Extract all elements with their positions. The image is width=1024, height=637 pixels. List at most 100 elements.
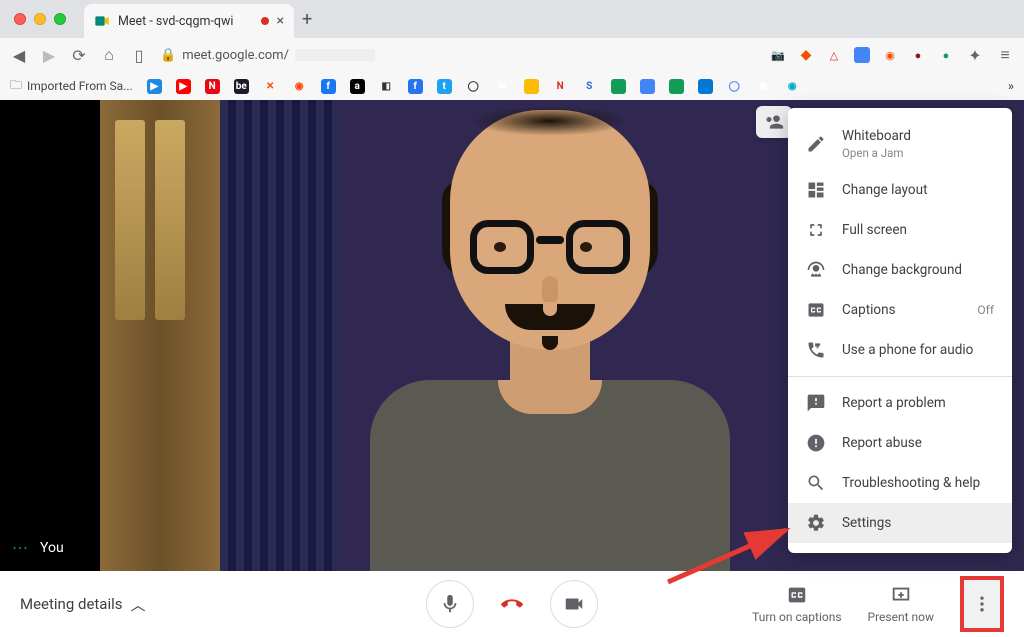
bookmark-button[interactable]: ▯ [130, 46, 148, 65]
chevron-up-icon: ︿ [131, 594, 146, 615]
bm-icon[interactable]: ✕ [263, 79, 278, 94]
bm-hangouts-icon[interactable] [669, 79, 684, 94]
pen-icon [806, 134, 826, 154]
meet-main-area: ⋯ You Whiteboard Open a Jam Change layou… [0, 100, 1024, 571]
minimize-window-button[interactable] [34, 13, 46, 25]
ext-dark-icon[interactable]: ● [910, 47, 926, 63]
brave-icon[interactable]: ◆ [798, 47, 814, 63]
center-controls [426, 580, 598, 628]
menu-troubleshoot-label: Troubleshooting & help [842, 475, 994, 491]
mute-mic-button[interactable] [426, 580, 474, 628]
menu-full-screen[interactable]: Full screen [788, 210, 1012, 250]
participants-button[interactable] [756, 106, 792, 138]
menu-report-abuse[interactable]: Report abuse [788, 423, 1012, 463]
bm-keep-icon[interactable] [524, 79, 539, 94]
self-name-pill[interactable]: ⋯ You [12, 538, 64, 557]
bookmark-folder-label: Imported From Sa... [27, 79, 133, 93]
leave-call-button[interactable] [488, 580, 536, 628]
ext-orange-icon[interactable]: ◉ [882, 47, 898, 63]
bookmarks-overflow-button[interactable]: » [1008, 79, 1014, 93]
meet-bottom-bar: Meeting details ︿ Turn on captions Prese… [0, 571, 1024, 637]
menu-report-abuse-label: Report abuse [842, 435, 994, 451]
bm-icon[interactable]: ◧ [379, 79, 394, 94]
url-bar[interactable]: 🔒 meet.google.com/ [160, 48, 758, 63]
extensions-button[interactable]: ✦ [966, 46, 984, 65]
close-window-button[interactable] [14, 13, 26, 25]
self-name-label: You [40, 540, 64, 556]
tab-close-button[interactable]: × [277, 13, 284, 29]
bm-amazon-icon[interactable]: a [350, 79, 365, 94]
forward-button[interactable]: ▶ [40, 46, 58, 65]
recording-indicator-icon [261, 17, 269, 25]
menu-change-background-label: Change background [842, 262, 994, 278]
bm-icon[interactable]: ◉ [785, 79, 800, 94]
bm-reddit-icon[interactable]: ◉ [292, 79, 307, 94]
bm-facebook-icon[interactable]: f [321, 79, 336, 94]
bm-flipkart-icon[interactable]: f [408, 79, 423, 94]
menu-settings-label: Settings [842, 515, 994, 531]
menu-phone-audio[interactable]: Use a phone for audio [788, 330, 1012, 370]
bm-icon[interactable]: N [553, 79, 568, 94]
bm-docs-icon[interactable] [640, 79, 655, 94]
menu-troubleshoot[interactable]: Troubleshooting & help [788, 463, 1012, 503]
bm-icon[interactable]: ▶ [147, 79, 162, 94]
bm-netflix-icon[interactable]: N [205, 79, 220, 94]
bm-chrome-icon[interactable]: ◉ [756, 79, 771, 94]
folder-icon: 🗀 [10, 76, 22, 97]
menu-separator [788, 376, 1012, 377]
zoom-window-button[interactable] [54, 13, 66, 25]
home-button[interactable]: ⌂ [100, 45, 118, 65]
browser-menu-button[interactable]: ≡ [996, 45, 1014, 65]
menu-change-background[interactable]: Change background [788, 250, 1012, 290]
right-controls: Turn on captions Present now [752, 576, 1004, 632]
menu-full-screen-label: Full screen [842, 222, 994, 238]
captions-button-label: Turn on captions [752, 610, 841, 624]
pin-options-icon[interactable]: ⋯ [12, 538, 30, 557]
person-illustration [310, 100, 790, 571]
menu-change-layout[interactable]: Change layout [788, 170, 1012, 210]
camera-ext-icon[interactable]: 📷 [770, 47, 786, 63]
bm-gmail-icon[interactable]: ✉ [495, 79, 510, 94]
bm-sheets-icon[interactable] [611, 79, 626, 94]
toggle-camera-button[interactable] [550, 580, 598, 628]
menu-settings[interactable]: Settings [788, 503, 1012, 543]
url-text: meet.google.com/ [182, 48, 289, 63]
bm-youtube-icon[interactable]: ▶ [176, 79, 191, 94]
gear-icon [806, 513, 826, 533]
lock-icon: 🔒 [160, 48, 176, 63]
back-button[interactable]: ◀ [10, 46, 28, 65]
bookmark-folder[interactable]: 🗀 Imported From Sa... [10, 76, 133, 97]
feedback-icon [806, 393, 826, 413]
present-now-label: Present now [868, 610, 934, 624]
captions-button[interactable]: Turn on captions [752, 584, 841, 624]
captions-icon [806, 300, 826, 320]
fullscreen-icon [806, 220, 826, 240]
menu-whiteboard-sub: Open a Jam [842, 146, 994, 160]
bm-icon[interactable]: be [234, 79, 249, 94]
layout-icon [806, 180, 826, 200]
menu-captions[interactable]: Captions Off [788, 290, 1012, 330]
menu-whiteboard-label: Whiteboard [842, 128, 994, 144]
meeting-details-button[interactable]: Meeting details ︿ [20, 594, 146, 615]
bm-icon[interactable]: S [582, 79, 597, 94]
new-tab-button[interactable]: + [302, 9, 312, 30]
bm-icon[interactable]: ◯ [727, 79, 742, 94]
translate-icon[interactable] [854, 47, 870, 63]
bm-icon[interactable] [698, 79, 713, 94]
background-icon [806, 260, 826, 280]
bm-twitter-icon[interactable]: t [437, 79, 452, 94]
reload-button[interactable]: ⟳ [70, 46, 88, 65]
menu-report-problem[interactable]: Report a problem [788, 383, 1012, 423]
menu-captions-state: Off [977, 303, 994, 317]
extension-icons: 📷 ◆ △ ◉ ● ● ✦ ≡ [770, 45, 1014, 65]
browser-tab[interactable]: Meet - svd-cqgm-qwi × [84, 4, 294, 38]
ext-green-icon[interactable]: ● [938, 47, 954, 63]
menu-change-layout-label: Change layout [842, 182, 994, 198]
window-controls[interactable] [14, 13, 66, 25]
ext-triangle-icon[interactable]: △ [826, 47, 842, 63]
more-options-button[interactable] [960, 576, 1004, 632]
menu-whiteboard[interactable]: Whiteboard Open a Jam [788, 118, 1012, 170]
present-now-button[interactable]: Present now [868, 584, 934, 624]
bm-icon[interactable]: ◯ [466, 79, 481, 94]
meeting-details-label: Meeting details [20, 595, 123, 613]
